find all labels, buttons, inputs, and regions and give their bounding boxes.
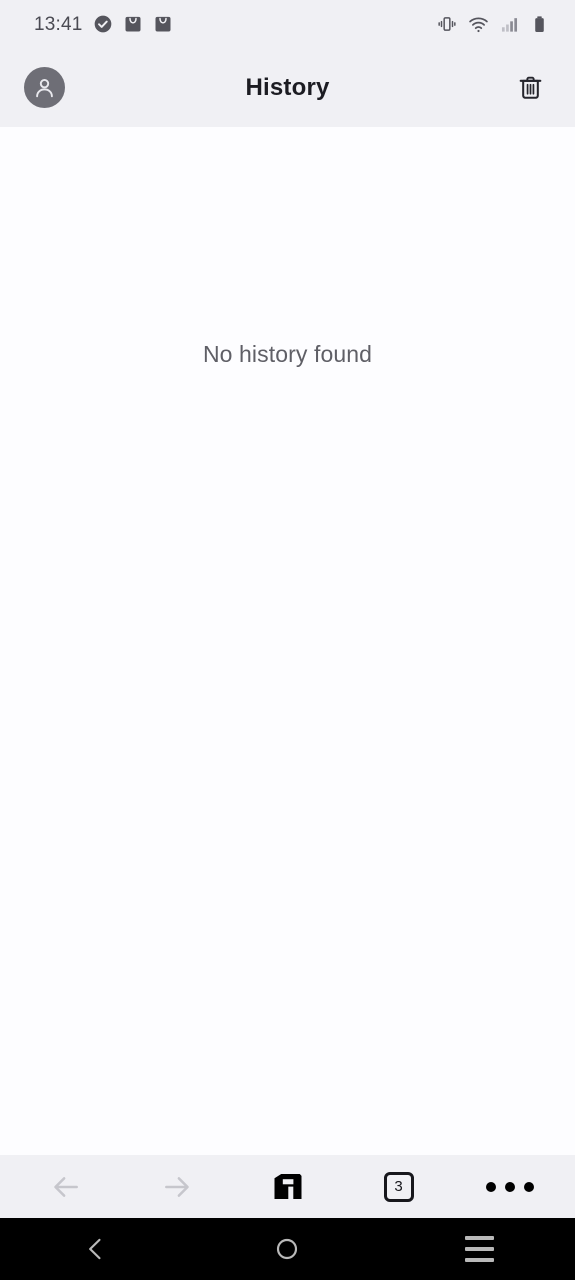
home-button[interactable] [251,1161,325,1213]
trash-icon [519,76,541,99]
shopping-bag-icon [123,14,143,34]
android-nav-bar [0,1218,575,1280]
nav-back-button[interactable] [29,1161,103,1213]
arrow-right-icon [164,1176,189,1197]
android-home-button[interactable] [239,1223,335,1275]
maxthon-logo-icon [274,1173,301,1199]
more-dots-icon [485,1181,534,1192]
circle-icon [277,1238,298,1260]
app-header: History [0,48,575,127]
shopping-bag-icon-2 [153,14,173,34]
status-bar-right [437,14,549,35]
browser-toolbar: 3 [0,1155,575,1218]
hamburger-icon [464,1236,494,1262]
android-back-button[interactable] [48,1223,144,1275]
chevron-left-icon [88,1238,101,1260]
more-menu-button[interactable] [473,1161,547,1213]
history-list-area: No history found [0,127,575,1155]
check-circle-icon [93,14,113,34]
battery-icon [530,15,549,34]
vibrate-icon [437,14,457,34]
status-bar: 13:41 [0,0,575,48]
wifi-icon [468,14,489,35]
status-bar-clock: 13:41 [34,13,83,35]
tab-count-badge: 3 [383,1171,414,1202]
empty-state-message: No history found [202,341,373,367]
phone-screen: 13:41 History No history found 3 [0,0,575,1280]
tab-switcher-button[interactable]: 3 [362,1161,436,1213]
arrow-left-icon [53,1176,78,1197]
clear-history-button[interactable] [509,67,551,109]
person-icon [36,78,53,98]
avatar[interactable] [24,67,65,108]
signal-icon [500,15,519,34]
nav-forward-button[interactable] [140,1161,214,1213]
page-title: History [245,73,330,101]
android-recents-button[interactable] [431,1223,527,1275]
status-bar-left: 13:41 [34,14,173,34]
